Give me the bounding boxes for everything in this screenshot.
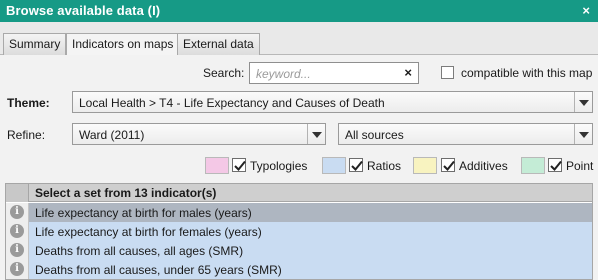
tab-summary[interactable]: Summary [3, 33, 67, 55]
theme-select[interactable]: Local Health > T4 - Life Expectancy and … [72, 91, 593, 113]
info-icon[interactable]: i [10, 243, 24, 257]
table-header-label: Select a set from 13 indicator(s) [35, 186, 217, 200]
table-row[interactable]: i Life expectancy at birth for males (ye… [6, 203, 592, 222]
compatible-label: compatible with this map [461, 66, 593, 80]
header-corner [6, 184, 29, 202]
additives-swatch [413, 157, 437, 174]
clear-search-icon[interactable]: × [404, 65, 412, 80]
refine-label: Refine: [7, 128, 46, 142]
row-label: Deaths from all causes, all ages (SMR) [35, 244, 244, 258]
chevron-down-icon [307, 124, 325, 144]
source-select[interactable]: All sources [338, 123, 593, 145]
geography-value: Ward (2011) [79, 128, 145, 142]
table-row[interactable]: i Life expectancy at birth for females (… [6, 222, 592, 241]
chevron-down-icon [574, 92, 592, 112]
tab-strip: Summary Indicators on maps External data [0, 22, 598, 56]
row-label: Life expectancy at birth for females (ye… [35, 225, 262, 239]
ratios-swatch [322, 157, 346, 174]
table-row[interactable]: i Deaths from all causes, under 65 years… [6, 260, 592, 279]
info-icon[interactable]: i [10, 205, 24, 219]
compatible-checkbox[interactable] [441, 66, 454, 79]
additives-checkbox[interactable] [441, 158, 455, 172]
source-value: All sources [345, 128, 404, 142]
ratios-checkbox[interactable] [349, 158, 363, 172]
typologies-swatch [205, 157, 229, 174]
typologies-checkbox[interactable] [232, 158, 246, 172]
chevron-down-icon [574, 124, 592, 144]
tab-external-data[interactable]: External data [177, 33, 260, 55]
theme-label: Theme: [7, 96, 50, 110]
additives-label: Additives [459, 159, 508, 173]
indicator-table: Select a set from 13 indicator(s) i Life… [5, 183, 593, 280]
info-icon[interactable]: i [10, 224, 24, 238]
indicators-panel: Search: keyword... × compatible with thi… [0, 55, 598, 280]
table-row[interactable]: i Deaths from all causes, all ages (SMR) [6, 241, 592, 260]
search-input[interactable]: keyword... × [249, 62, 419, 84]
point-swatch [521, 157, 545, 174]
info-icon[interactable]: i [10, 262, 24, 276]
search-label: Search: [203, 66, 245, 80]
close-icon[interactable]: × [582, 3, 590, 18]
point-label: Point [566, 159, 594, 173]
row-label: Life expectancy at birth for males (year… [35, 206, 252, 220]
geography-select[interactable]: Ward (2011) [72, 123, 326, 145]
window-titlebar: Browse available data (I) × [0, 0, 598, 22]
point-checkbox[interactable] [548, 158, 562, 172]
table-header: Select a set from 13 indicator(s) [6, 184, 592, 202]
ratios-label: Ratios [367, 159, 402, 173]
typologies-label: Typologies [250, 159, 308, 173]
search-placeholder: keyword... [256, 67, 311, 81]
row-label: Deaths from all causes, under 65 years (… [35, 263, 282, 277]
tab-indicators-on-maps[interactable]: Indicators on maps [66, 33, 180, 56]
theme-value: Local Health > T4 - Life Expectancy and … [79, 96, 385, 110]
window-title: Browse available data (I) [6, 3, 161, 18]
